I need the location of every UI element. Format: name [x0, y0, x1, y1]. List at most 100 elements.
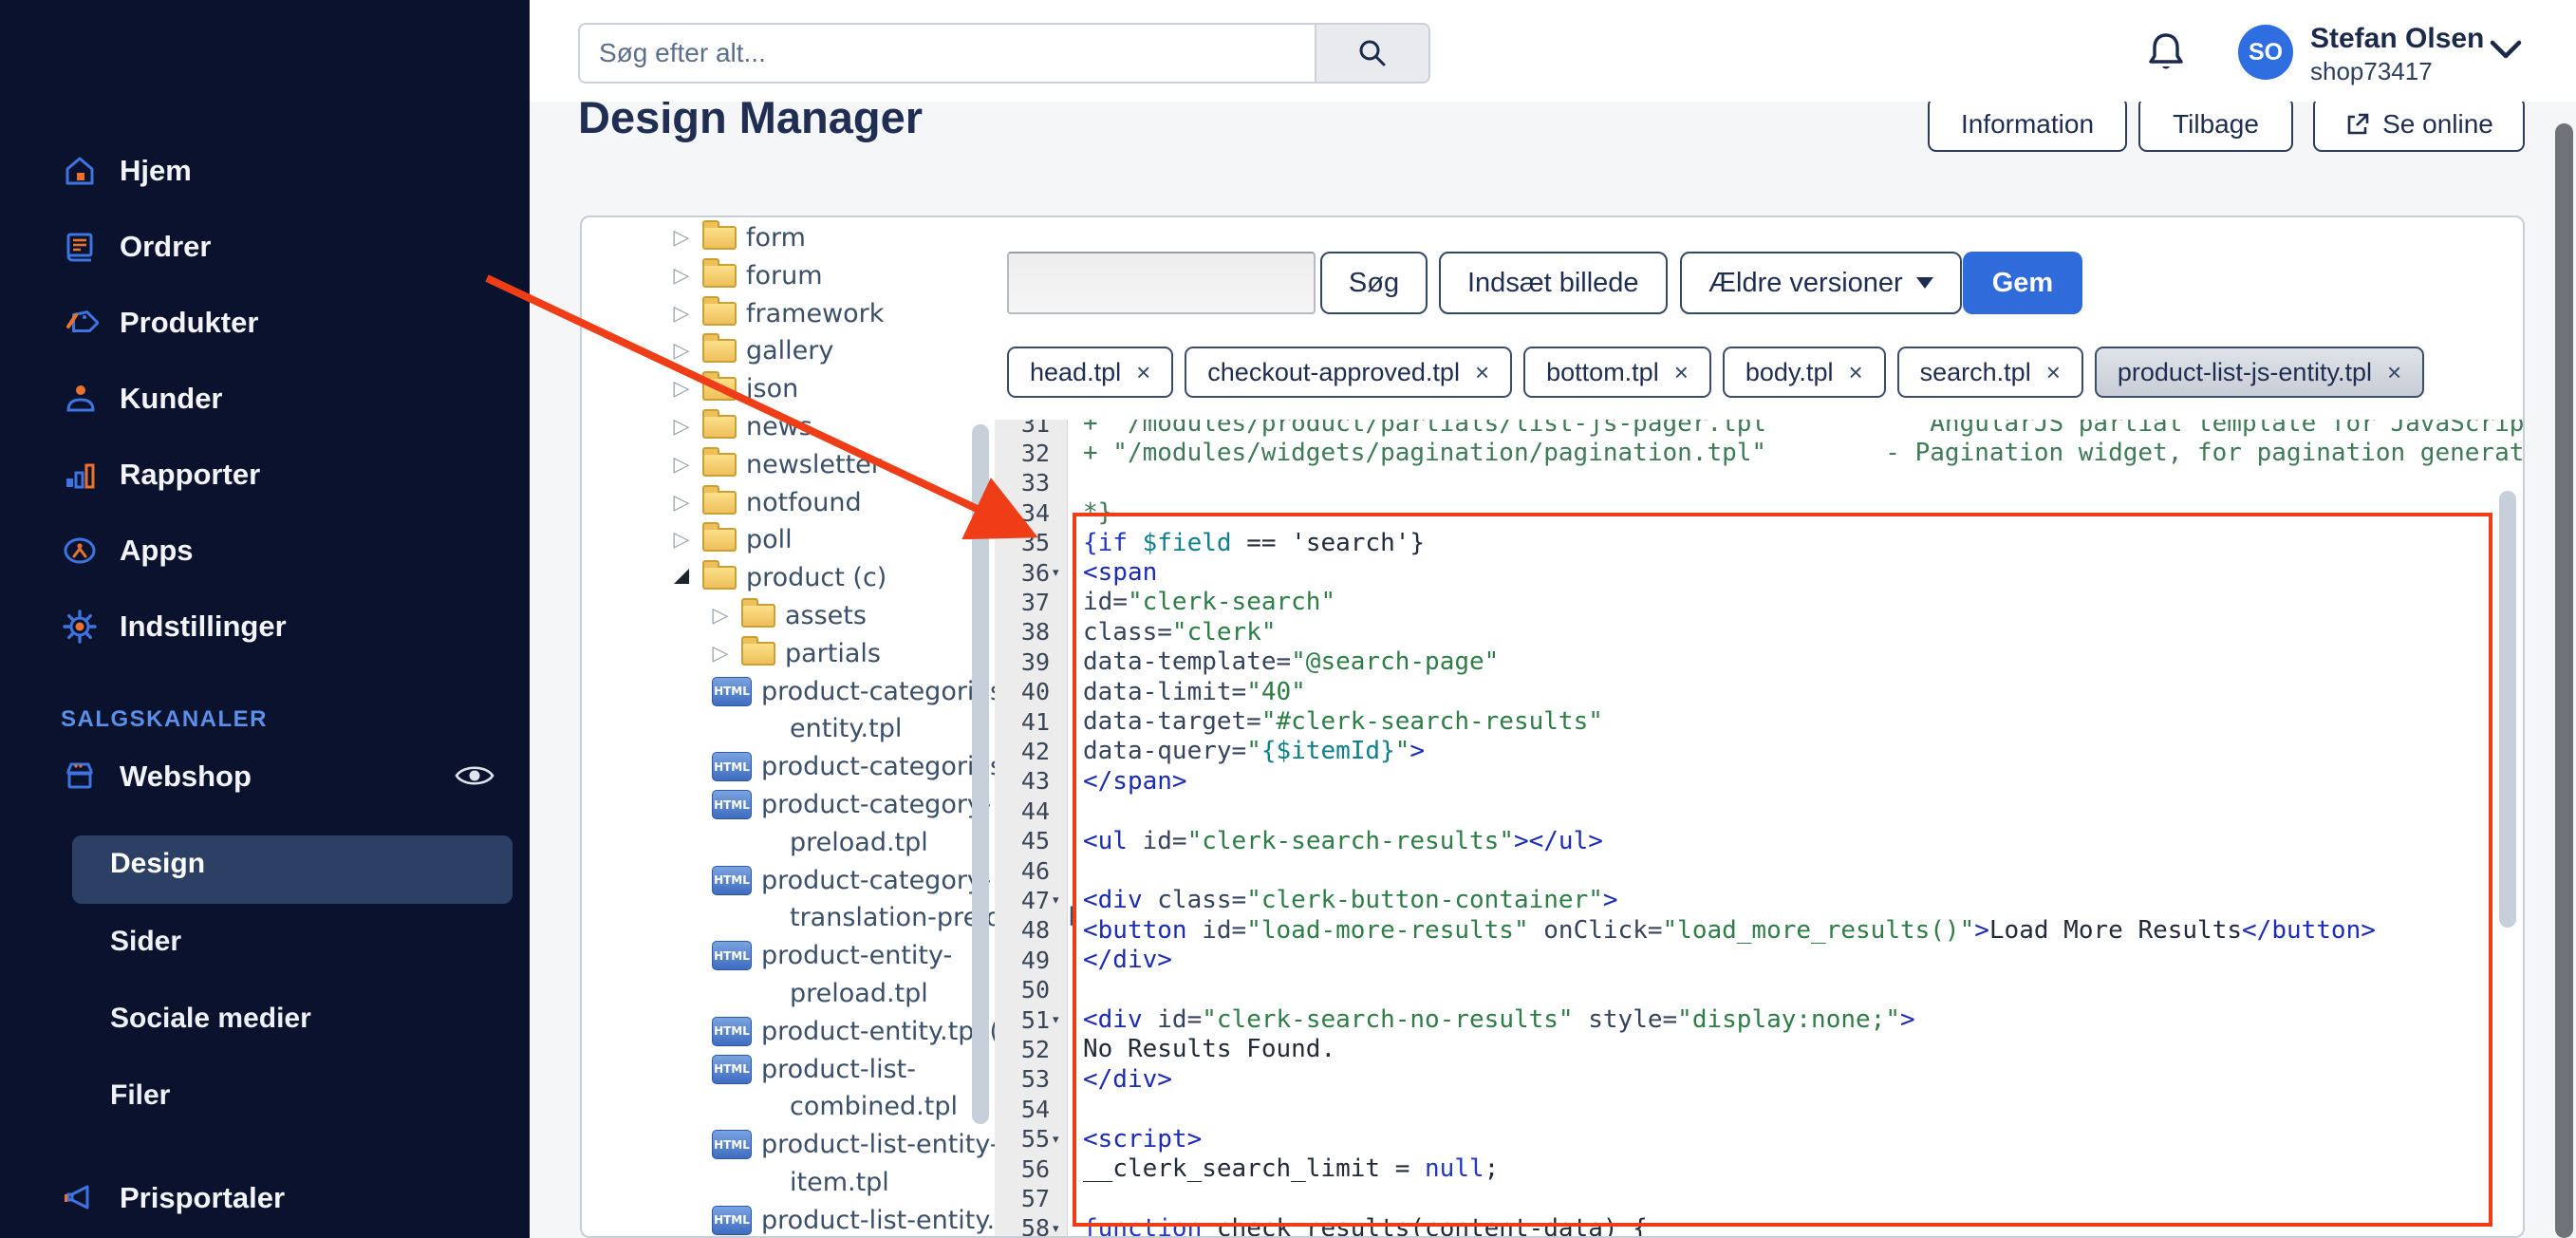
- notification-bell-icon[interactable]: [2145, 30, 2187, 74]
- tab-close-icon[interactable]: ×: [1848, 358, 1862, 387]
- tab-close-icon[interactable]: ×: [2387, 358, 2401, 387]
- fold-arrow-icon[interactable]: ▾: [1050, 565, 1070, 580]
- line-number: 58: [995, 1214, 1050, 1238]
- indsaet-billede-button[interactable]: Indsæt billede: [1439, 252, 1668, 314]
- expander-open-icon[interactable]: [670, 566, 693, 590]
- sidebar-item-ordrer[interactable]: Ordrer: [61, 228, 211, 266]
- tree-item-product-c-[interactable]: product (c): [670, 563, 887, 592]
- code-text: No Results Found.: [1070, 1035, 1335, 1063]
- tree-item-json[interactable]: ▷json: [670, 374, 798, 403]
- tree-item-framework[interactable]: ▷framework: [670, 299, 884, 328]
- sidebar-item-prisportaler[interactable]: Prisportaler: [61, 1179, 285, 1217]
- page-scrollbar[interactable]: [2555, 123, 2573, 1238]
- expander-icon[interactable]: ▷: [670, 528, 693, 552]
- tilbage-button[interactable]: Tilbage: [2138, 97, 2293, 152]
- se-online-button[interactable]: Se online: [2313, 97, 2525, 152]
- code-editor[interactable]: 31+ '/modules/product/partials/list-js-p…: [995, 420, 2525, 1238]
- tree-item-poll[interactable]: ▷poll: [670, 525, 793, 554]
- tree-item-wrap[interactable]: combined.tpl: [790, 1092, 958, 1121]
- global-search-button[interactable]: [1315, 23, 1430, 84]
- tree-item-wrap[interactable]: item.tpl: [790, 1168, 889, 1197]
- expander-icon[interactable]: ▷: [670, 491, 693, 515]
- fold-arrow-icon[interactable]: ▾: [1050, 1221, 1070, 1236]
- sidebar-item-webshop[interactable]: Webshop: [61, 758, 252, 796]
- sidebar-subitem-filer[interactable]: Filer: [110, 1079, 170, 1112]
- tree-item-partials[interactable]: ▷partials: [709, 639, 881, 668]
- sidebar-item-label: Rapporter: [120, 458, 260, 492]
- sidebar-item-rapporter[interactable]: Rapporter: [61, 456, 260, 494]
- code-line-35: 35{if $field == 'search'}: [995, 528, 2525, 558]
- tree-item-assets[interactable]: ▷assets: [709, 601, 867, 630]
- sales-channels-heading: SALGSKANALER: [61, 706, 268, 733]
- tree-item-product-category-[interactable]: HTMLproduct-category-: [712, 866, 991, 895]
- sidebar-item-apps[interactable]: Apps: [61, 532, 194, 570]
- fold-arrow-icon[interactable]: ▾: [1050, 1012, 1070, 1027]
- folder-icon: [702, 264, 737, 288]
- tab-bottom-tpl[interactable]: bottom.tpl×: [1523, 347, 1711, 398]
- chevron-down-icon[interactable]: [2489, 38, 2523, 61]
- tab-head-tpl[interactable]: head.tpl×: [1007, 347, 1173, 398]
- user-avatar[interactable]: SO: [2238, 25, 2293, 80]
- expander-icon[interactable]: ▷: [670, 264, 693, 288]
- code-line-51: 51▾<div id="clerk-search-no-results" sty…: [995, 1004, 2525, 1035]
- tree-item-notfound[interactable]: ▷notfound: [670, 488, 862, 517]
- tree-item-product-list-[interactable]: HTMLproduct-list-: [712, 1055, 916, 1084]
- aeldre-versioner-dropdown[interactable]: Ældre versioner: [1680, 252, 1962, 314]
- fold-arrow-icon[interactable]: ▾: [1050, 1132, 1070, 1147]
- editor-search-input[interactable]: [1007, 252, 1316, 314]
- tree-item-gallery[interactable]: ▷gallery: [670, 336, 833, 366]
- tree-item-form[interactable]: ▷form: [670, 223, 806, 253]
- tree-item-news[interactable]: ▷news: [670, 412, 812, 441]
- tab-close-icon[interactable]: ×: [1475, 358, 1489, 387]
- sidebar-item-indstillinger[interactable]: Indstillinger: [61, 608, 287, 646]
- tree-item-newsletter[interactable]: ▷newsletter: [670, 450, 882, 479]
- tree-item-forum[interactable]: ▷forum: [670, 261, 823, 291]
- sidebar-subitem-sider[interactable]: Sider: [110, 926, 181, 958]
- information-button[interactable]: Information: [1928, 97, 2127, 152]
- eye-icon[interactable]: [454, 760, 495, 792]
- line-number: 39: [995, 648, 1050, 676]
- code-line-39: 39data-template="@search-page": [995, 647, 2525, 677]
- tree-item-product-list-entity-[interactable]: HTMLproduct-list-entity-: [712, 1130, 999, 1159]
- line-number: 38: [995, 618, 1050, 646]
- expander-icon[interactable]: ▷: [670, 377, 693, 401]
- tab-close-icon[interactable]: ×: [1674, 358, 1689, 387]
- tab-close-icon[interactable]: ×: [1136, 358, 1150, 387]
- tab-body-tpl[interactable]: body.tpl×: [1723, 347, 1886, 398]
- sidebar-subitem-design[interactable]: Design: [110, 848, 205, 880]
- global-search-input[interactable]: [578, 23, 1315, 84]
- sidebar-item-hjem[interactable]: Hjem: [61, 152, 192, 190]
- expander-icon[interactable]: ▷: [670, 415, 693, 439]
- expander-icon[interactable]: ▷: [670, 226, 693, 250]
- tree-scrollbar[interactable]: [972, 424, 989, 1124]
- tab-close-icon[interactable]: ×: [2046, 358, 2061, 387]
- sidebar-item-kunder[interactable]: Kunder: [61, 380, 223, 418]
- tree-item-wrap[interactable]: entity.tpl: [790, 714, 902, 743]
- tree-item-product-list-entity-tpl[interactable]: HTMLproduct-list-entity.tpl: [712, 1206, 1028, 1235]
- tree-item-product-category-[interactable]: HTMLproduct-category-: [712, 790, 991, 819]
- expander-icon[interactable]: ▷: [670, 453, 693, 477]
- tree-item-product-entity-[interactable]: HTMLproduct-entity-: [712, 941, 952, 970]
- html-file-icon: HTML: [712, 752, 752, 781]
- button-label: Tilbage: [2173, 109, 2259, 140]
- expander-icon[interactable]: ▷: [709, 642, 732, 666]
- soeg-button[interactable]: Søg: [1320, 252, 1428, 314]
- megaphone-icon: [61, 1179, 99, 1217]
- tab-product-list-js-entity-tpl[interactable]: product-list-js-entity.tpl×: [2095, 347, 2424, 398]
- gem-save-button[interactable]: Gem: [1963, 252, 2082, 314]
- tab-checkout-approved-tpl[interactable]: checkout-approved.tpl×: [1185, 347, 1512, 398]
- editor-scrollbar[interactable]: [2499, 491, 2516, 928]
- fold-arrow-icon[interactable]: ▾: [1050, 892, 1070, 908]
- tree-item-wrap[interactable]: preload.tpl: [790, 828, 928, 857]
- tree-item-product-categories-[interactable]: HTMLproduct-categories-: [712, 677, 1013, 706]
- tab-search-tpl[interactable]: search.tpl×: [1897, 347, 2083, 398]
- code-line-47: 47▾<div class="clerk-button-container">: [995, 885, 2525, 915]
- line-number: 32: [995, 440, 1050, 467]
- expander-icon[interactable]: ▷: [670, 302, 693, 326]
- sidebar-item-produkter[interactable]: Produkter: [61, 304, 258, 342]
- code-line-55: 55▾<script>: [995, 1124, 2525, 1154]
- expander-icon[interactable]: ▷: [709, 604, 732, 628]
- sidebar-subitem-sociale-medier[interactable]: Sociale medier: [110, 1003, 311, 1035]
- tree-item-wrap[interactable]: preload.tpl: [790, 979, 928, 1008]
- expander-icon[interactable]: ▷: [670, 339, 693, 363]
